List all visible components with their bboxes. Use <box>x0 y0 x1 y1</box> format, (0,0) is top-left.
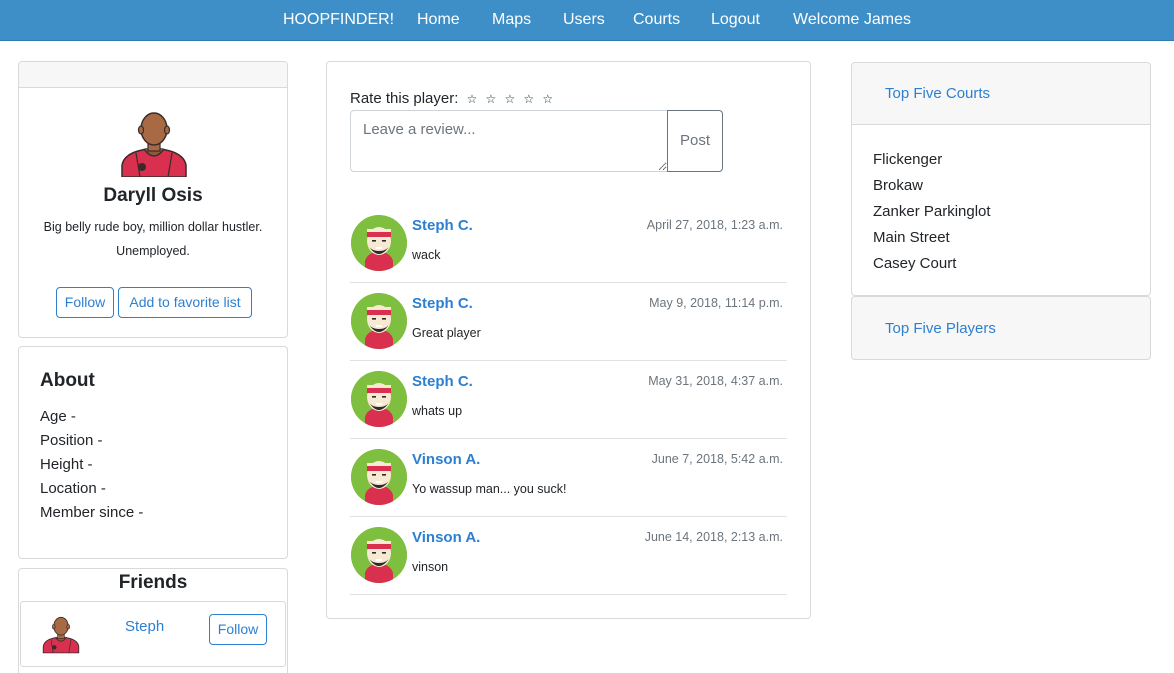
review-author-link[interactable]: Steph C. <box>412 373 473 390</box>
top-players-link[interactable]: Top Five Players <box>885 320 996 337</box>
star-2-icon[interactable]: ☆ <box>486 92 497 106</box>
player-avatar-icon <box>121 112 187 177</box>
top-courts-card: Top Five Courts Flickenger Brokaw Zanker… <box>851 62 1151 296</box>
nav-maps[interactable]: Maps <box>492 11 531 29</box>
rating-row: Rate this player: ☆ ☆ ☆ ☆ ☆ <box>350 90 553 107</box>
friend-list-item: Steph Follow <box>20 601 286 667</box>
brand-link[interactable]: HOOPFINDER! <box>283 11 394 29</box>
review-item: Vinson A. June 7, 2018, 5:42 a.m. Yo was… <box>350 439 787 517</box>
top-players-card: Top Five Players <box>851 296 1151 360</box>
about-position: Position - <box>40 432 103 449</box>
court-item: Zanker Parkinglot <box>873 203 991 220</box>
star-1-icon[interactable]: ☆ <box>467 92 478 106</box>
review-item: Steph C. April 27, 2018, 1:23 a.m. wack <box>350 205 787 283</box>
review-text: vinson <box>412 560 449 574</box>
reviewer-avatar-icon <box>351 371 407 427</box>
review-date: May 31, 2018, 4:37 a.m. <box>648 374 783 388</box>
review-author-link[interactable]: Vinson A. <box>412 529 480 546</box>
friend-avatar-icon <box>42 616 80 654</box>
about-age: Age - <box>40 408 76 425</box>
review-date: June 14, 2018, 2:13 a.m. <box>644 530 783 544</box>
about-height: Height - <box>40 456 93 473</box>
add-to-favorite-button[interactable]: Add to favorite list <box>118 287 252 318</box>
star-3-icon[interactable]: ☆ <box>504 92 515 106</box>
review-author-link[interactable]: Steph C. <box>412 217 473 234</box>
about-location: Location - <box>40 480 106 497</box>
nav-welcome-user[interactable]: Welcome James <box>793 11 911 29</box>
follow-button[interactable]: Follow <box>56 287 114 318</box>
post-review-button[interactable]: Post <box>667 110 723 172</box>
top-courts-link[interactable]: Top Five Courts <box>885 85 990 102</box>
review-item: Steph C. May 31, 2018, 4:37 a.m. whats u… <box>350 361 787 439</box>
profile-card: Daryll Osis Big belly rude boy, million … <box>18 61 288 338</box>
review-date: May 9, 2018, 11:14 p.m. <box>649 296 783 310</box>
reviews-card: Rate this player: ☆ ☆ ☆ ☆ ☆ Post Steph C… <box>326 61 811 619</box>
reviewer-avatar-icon <box>351 527 407 583</box>
review-item: Steph C. May 9, 2018, 11:14 p.m. Great p… <box>350 283 787 361</box>
review-text: Great player <box>412 326 481 340</box>
friends-title: Friends <box>118 572 188 593</box>
review-text: whats up <box>412 404 463 418</box>
review-author-link[interactable]: Steph C. <box>412 295 473 312</box>
about-card: About Age - Position - Height - Location… <box>18 346 288 559</box>
review-date: June 7, 2018, 5:42 a.m. <box>651 452 783 466</box>
top-courts-list: Flickenger Brokaw Zanker Parkinglot Main… <box>873 147 991 277</box>
nav-courts[interactable]: Courts <box>633 11 680 29</box>
court-item: Main Street <box>873 229 950 246</box>
review-text: wack <box>412 248 441 262</box>
reviewer-avatar-icon <box>351 293 407 349</box>
nav-users[interactable]: Users <box>563 11 605 29</box>
about-list: Age - Position - Height - Location - Mem… <box>40 405 143 525</box>
review-author-link[interactable]: Vinson A. <box>412 451 480 468</box>
nav-logout[interactable]: Logout <box>711 11 760 29</box>
friend-name-link[interactable]: Steph <box>125 618 164 635</box>
friend-follow-button[interactable]: Follow <box>209 614 267 645</box>
court-item: Casey Court <box>873 255 957 272</box>
court-item: Brokaw <box>873 177 924 194</box>
review-textarea[interactable] <box>350 110 668 172</box>
about-title: About <box>40 370 95 391</box>
rating-label: Rate this player: <box>350 90 459 107</box>
profile-bio: Big belly rude boy, million dollar hustl… <box>43 220 263 258</box>
reviewer-avatar-icon <box>351 215 407 271</box>
review-text: Yo wassup man... you suck! <box>412 482 567 496</box>
star-5-icon[interactable]: ☆ <box>542 92 553 106</box>
nav-home[interactable]: Home <box>417 11 460 29</box>
top-courts-header: Top Five Courts <box>852 63 1150 125</box>
court-item: Flickenger <box>873 151 943 168</box>
friends-card: Friends Steph Follow <box>18 568 288 673</box>
star-4-icon[interactable]: ☆ <box>523 92 534 106</box>
about-member-since: Member since - <box>40 504 144 521</box>
review-item: Vinson A. June 14, 2018, 2:13 a.m. vinso… <box>350 517 787 595</box>
reviewer-avatar-icon <box>351 449 407 505</box>
profile-name: Daryll Osis <box>103 185 203 206</box>
top-navbar: HOOPFINDER! Home Maps Users Courts Logou… <box>0 0 1174 41</box>
review-date: April 27, 2018, 1:23 a.m. <box>646 218 783 232</box>
profile-card-header <box>19 62 287 88</box>
